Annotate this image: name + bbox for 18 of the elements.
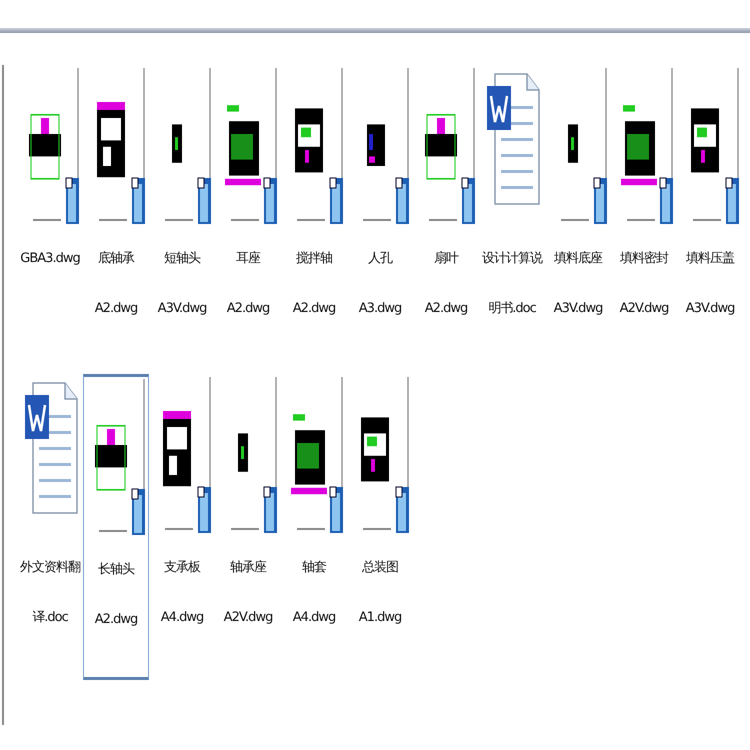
file-name: 扇叶 A2.dwg xyxy=(424,250,468,318)
file-name: 填料密封 A2V.dwg xyxy=(620,250,668,318)
file-name: 填料底座 A3V.dwg xyxy=(554,250,602,318)
file-name: 外文资料翻 译.doc xyxy=(20,559,80,627)
file-name: 底轴承 A2.dwg xyxy=(94,250,138,318)
file-name: 支承板 A4.dwg xyxy=(160,559,204,627)
file-name: 轴套 A4.dwg xyxy=(292,559,336,627)
file-item-selection[interactable]: 长轴头 A2.dwg xyxy=(83,374,149,680)
file-name: 设计计算说 明书.doc xyxy=(482,250,542,318)
file-name: 总装图 A1.dwg xyxy=(358,559,402,627)
file-name: 人孔 A3.dwg xyxy=(358,250,402,318)
file-name: 轴承座 A2V.dwg xyxy=(224,559,272,627)
file-name: GBA3.dwg xyxy=(20,250,80,268)
file-name: 填料压盖 A3V.dwg xyxy=(686,250,734,318)
file-name: 短轴头 A3V.dwg xyxy=(158,250,206,318)
file-name: 搅拌轴 A2.dwg xyxy=(292,250,336,318)
file-name: 长轴头 A2.dwg xyxy=(94,561,138,629)
file-name: 耳座 A2.dwg xyxy=(226,250,270,318)
